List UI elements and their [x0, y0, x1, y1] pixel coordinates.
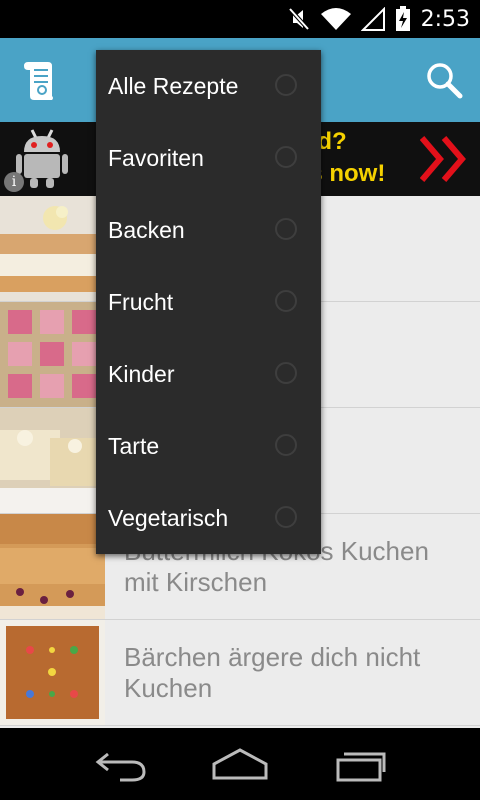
home-icon[interactable]: [210, 746, 270, 782]
recipe-thumbnail: [0, 196, 105, 301]
double-chevron-right-icon: [420, 136, 466, 182]
muted-icon: [288, 7, 310, 31]
back-icon[interactable]: [90, 746, 150, 782]
radio-button[interactable]: [275, 146, 297, 168]
radio-button[interactable]: [275, 434, 297, 456]
recipe-row[interactable]: Bärchen ärgere dich nicht Kuchen: [0, 620, 480, 726]
dropdown-item-favoriten[interactable]: Favoriten: [96, 122, 321, 194]
recipe-thumbnail: [0, 514, 105, 619]
dropdown-item-label: Vegetarisch: [108, 505, 229, 531]
navigation-bar: [0, 728, 480, 800]
radio-button[interactable]: [275, 362, 297, 384]
dropdown-item-label: Frucht: [108, 289, 174, 315]
scroll-icon[interactable]: [20, 58, 56, 102]
radio-button[interactable]: [275, 218, 297, 240]
dropdown-item-frucht[interactable]: Frucht: [96, 266, 321, 338]
recipe-title: Bärchen ärgere dich nicht Kuchen: [124, 641, 421, 703]
recipe-thumbnail: [0, 302, 105, 407]
dropdown-item-label: Backen: [108, 217, 185, 243]
recents-icon[interactable]: [332, 746, 392, 782]
dropdown-item-label: Favoriten: [108, 145, 204, 171]
dropdown-item-label: Kinder: [108, 361, 175, 387]
recipe-thumbnail: [0, 620, 105, 725]
clock: 2:53: [420, 6, 470, 32]
dropdown-item-backen[interactable]: Backen: [96, 194, 321, 266]
dropdown-item-alle-rezepte[interactable]: Alle Rezepte: [96, 50, 321, 122]
wifi-icon: [320, 8, 351, 30]
ad-info-icon[interactable]: i: [4, 172, 24, 192]
dropdown-item-vegetarisch[interactable]: Vegetarisch: [96, 482, 321, 554]
radio-button[interactable]: [275, 290, 297, 312]
dropdown-item-tarte[interactable]: Tarte: [96, 410, 321, 482]
radio-button[interactable]: [275, 74, 297, 96]
signal-icon: [360, 7, 385, 31]
battery-icon: [395, 6, 410, 31]
category-dropdown: Alle Rezepte Favoriten Backen Frucht Kin…: [96, 50, 321, 554]
recipe-thumbnail: [0, 408, 105, 513]
dropdown-item-label: Tarte: [108, 433, 160, 459]
radio-button[interactable]: [275, 506, 297, 528]
dropdown-item-label: Alle Rezepte: [108, 73, 239, 99]
status-bar: 2:53: [0, 0, 480, 38]
search-icon[interactable]: [424, 60, 464, 100]
dropdown-item-kinder[interactable]: Kinder: [96, 338, 321, 410]
